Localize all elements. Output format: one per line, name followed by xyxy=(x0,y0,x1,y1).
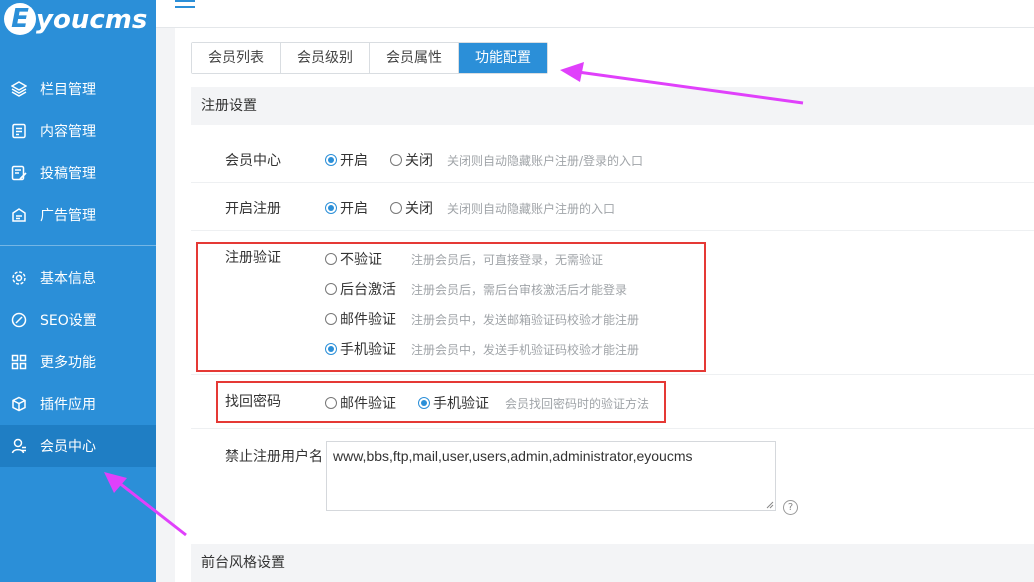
sidebar-item-label: 广告管理 xyxy=(40,208,96,224)
open-register-hint: 关闭则自动隐藏账户注册的入口 xyxy=(447,202,616,216)
layers-icon xyxy=(10,80,28,98)
tab-member-list[interactable]: 会员列表 xyxy=(192,43,281,73)
menu-toggle-icon[interactable] xyxy=(175,0,195,14)
logo-text: youcms xyxy=(36,5,148,35)
banned-names-textarea[interactable]: www,bbs,ftp,mail,user,users,admin,admini… xyxy=(326,441,776,511)
document-icon xyxy=(10,122,28,140)
sidebar-item-label: 更多功能 xyxy=(40,355,96,371)
sidebar-item-label: 内容管理 xyxy=(40,124,96,140)
gear-icon xyxy=(10,269,28,287)
highlight-box-register-verify xyxy=(196,242,706,372)
tab-feature-config[interactable]: 功能配置 xyxy=(459,43,547,73)
sidebar-item-content[interactable]: 内容管理 xyxy=(0,110,156,152)
sidebar-item-column[interactable]: 栏目管理 xyxy=(0,68,156,110)
sidebar-item-label: 投稿管理 xyxy=(40,166,96,182)
radio-unchecked-icon xyxy=(390,202,402,214)
logo[interactable]: E youcms xyxy=(0,0,156,44)
seo-icon xyxy=(10,311,28,329)
sidebar-item-label: 基本信息 xyxy=(40,271,96,287)
highlight-box-find-password xyxy=(216,381,666,423)
grid-icon xyxy=(10,353,28,371)
logo-badge: E xyxy=(4,3,36,35)
sidebar-item-label: 栏目管理 xyxy=(40,82,96,98)
banned-names-label: 禁止注册用户名 xyxy=(225,449,323,465)
radio-label: 开启 xyxy=(340,153,368,169)
radio-label: 关闭 xyxy=(405,201,433,217)
sidebar-item-label: SEO设置 xyxy=(40,313,97,329)
tab-member-level[interactable]: 会员级别 xyxy=(281,43,370,73)
radio-checked-icon xyxy=(325,154,337,166)
member-center-off-radio[interactable]: 关闭 xyxy=(390,150,433,170)
sidebar-item-label: 会员中心 xyxy=(40,439,96,455)
open-register-off-radio[interactable]: 关闭 xyxy=(390,198,433,218)
tab-bar: 会员列表 会员级别 会员属性 功能配置 xyxy=(191,42,548,74)
help-icon[interactable]: ? xyxy=(783,500,798,515)
radio-unchecked-icon xyxy=(390,154,402,166)
radio-label: 开启 xyxy=(340,201,368,217)
sidebar-item-basic-info[interactable]: 基本信息 xyxy=(0,257,156,299)
sidebar-divider xyxy=(0,245,156,246)
edit-document-icon xyxy=(10,164,28,182)
banned-names-value: www,bbs,ftp,mail,user,users,admin,admini… xyxy=(333,448,693,464)
sidebar-item-more[interactable]: 更多功能 xyxy=(0,341,156,383)
member-center-label: 会员中心 xyxy=(225,153,281,169)
style-section-title: 前台风格设置 xyxy=(191,544,1034,582)
sidebar-item-plugins[interactable]: 插件应用 xyxy=(0,383,156,425)
register-section-title: 注册设置 xyxy=(191,87,1034,125)
sidebar: E youcms 栏目管理 内容管理 投稿管理 广告管理 基本信息 SEO设置 … xyxy=(0,0,156,582)
radio-checked-icon xyxy=(325,202,337,214)
tab-member-attribute[interactable]: 会员属性 xyxy=(370,43,459,73)
ad-icon xyxy=(10,206,28,224)
open-register-label: 开启注册 xyxy=(225,201,281,217)
sidebar-item-label: 插件应用 xyxy=(40,397,96,413)
open-register-on-radio[interactable]: 开启 xyxy=(325,198,368,218)
radio-label: 关闭 xyxy=(405,153,433,169)
cube-icon xyxy=(10,395,28,413)
sidebar-item-seo[interactable]: SEO设置 xyxy=(0,299,156,341)
user-icon xyxy=(10,437,28,455)
sidebar-item-member-center[interactable]: 会员中心 xyxy=(0,425,156,467)
sidebar-item-submission[interactable]: 投稿管理 xyxy=(0,152,156,194)
resize-grip-icon[interactable] xyxy=(766,501,774,509)
top-bar xyxy=(156,0,1034,28)
member-center-hint: 关闭则自动隐藏账户注册/登录的入口 xyxy=(447,154,644,168)
sidebar-item-ads[interactable]: 广告管理 xyxy=(0,194,156,236)
member-center-on-radio[interactable]: 开启 xyxy=(325,150,368,170)
